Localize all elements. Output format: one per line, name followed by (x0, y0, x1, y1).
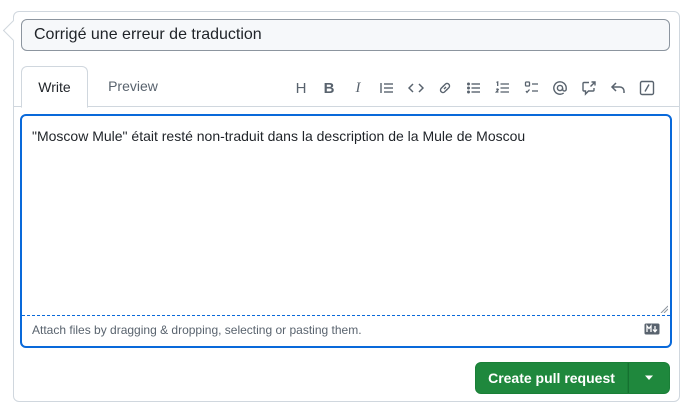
italic-glyph: I (355, 79, 361, 96)
heading-glyph: H (295, 79, 307, 97)
create-pr-button-group: Create pull request (475, 362, 670, 394)
unordered-list-icon[interactable] (464, 78, 484, 98)
create-options-dropdown[interactable] (628, 362, 670, 394)
tab-preview[interactable]: Preview (95, 66, 171, 107)
mention-icon[interactable] (550, 78, 570, 98)
task-list-icon[interactable] (522, 78, 542, 98)
code-icon[interactable] (406, 78, 426, 98)
pr-title-input[interactable] (21, 19, 670, 51)
resize-handle-icon[interactable] (660, 305, 668, 313)
reply-icon[interactable] (608, 78, 628, 98)
create-pull-request-button[interactable]: Create pull request (475, 362, 628, 394)
markdown-icon[interactable] (644, 323, 660, 335)
link-icon[interactable] (435, 78, 455, 98)
editor-divider (22, 315, 670, 316)
editor-body-text[interactable]: "Moscow Mule" était resté non-traduit da… (32, 128, 525, 144)
ordered-list-icon[interactable] (493, 78, 513, 98)
tab-write[interactable]: Write (21, 66, 88, 108)
italic-icon[interactable]: I (348, 78, 368, 98)
comment-editor[interactable]: "Moscow Mule" était resté non-traduit da… (20, 114, 672, 348)
bold-icon[interactable]: B (319, 78, 339, 98)
triangle-down-icon (645, 375, 653, 380)
heading-icon[interactable]: H (291, 78, 311, 98)
bold-glyph: B (323, 79, 335, 97)
cross-reference-icon[interactable] (579, 78, 599, 98)
quote-icon[interactable] (377, 78, 397, 98)
slash-commands-icon[interactable] (637, 78, 657, 98)
attach-files-hint[interactable]: Attach files by dragging & dropping, sel… (32, 323, 362, 337)
